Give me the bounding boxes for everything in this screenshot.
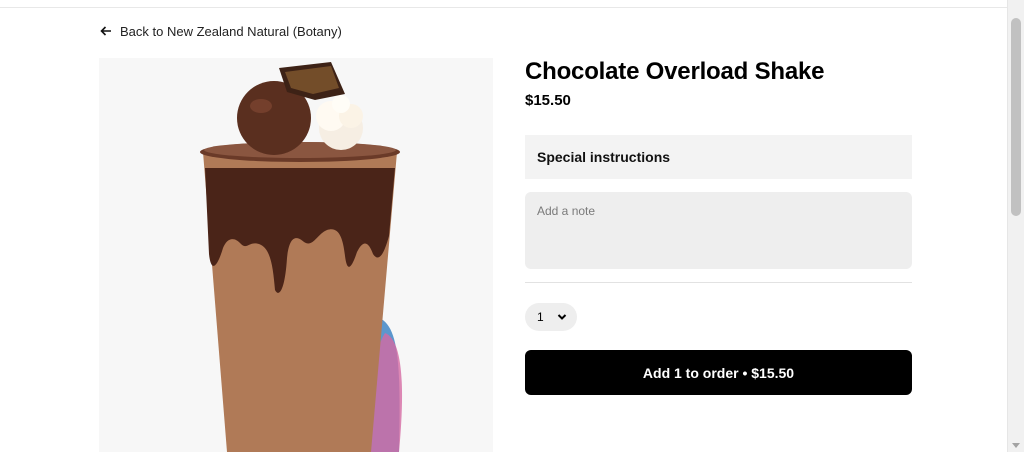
quantity-value: 1 <box>537 310 544 324</box>
back-link[interactable]: Back to New Zealand Natural (Botany) <box>100 22 342 40</box>
arrow-left-icon <box>100 25 112 37</box>
chevron-down-icon <box>557 313 567 321</box>
back-link-label: Back to New Zealand Natural (Botany) <box>120 23 342 39</box>
quantity-selector[interactable]: 1 <box>525 303 577 331</box>
scrollbar[interactable] <box>1007 0 1024 452</box>
divider <box>525 282 912 283</box>
add-to-order-button[interactable]: Add 1 to order • $15.50 <box>525 350 912 395</box>
top-bar <box>0 0 1008 8</box>
special-instructions-header: Special instructions <box>525 135 912 179</box>
special-instructions-label: Special instructions <box>537 149 671 165</box>
scroll-down-icon[interactable] <box>1012 443 1020 448</box>
product-image <box>99 58 493 452</box>
product-title: Chocolate Overload Shake <box>525 58 825 85</box>
scrollbar-thumb[interactable] <box>1011 18 1021 216</box>
product-price: $15.50 <box>525 92 571 109</box>
note-field[interactable] <box>525 192 912 269</box>
